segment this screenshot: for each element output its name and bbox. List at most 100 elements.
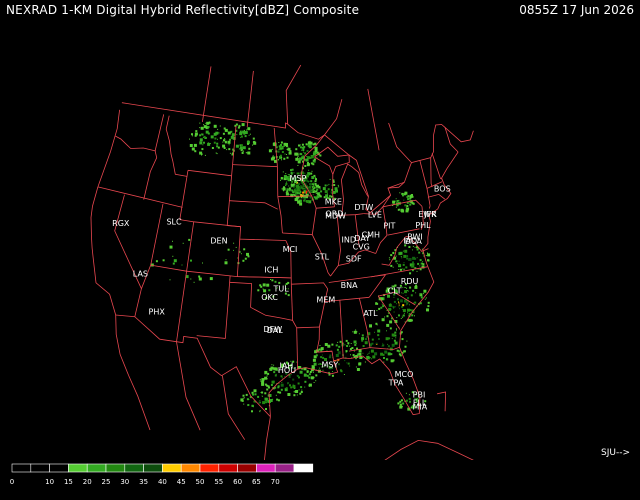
legend-swatch	[49, 463, 69, 473]
radar-pixel	[242, 146, 246, 150]
radar-pixel	[406, 257, 409, 260]
radar-pixel	[399, 405, 403, 409]
radar-pixel	[354, 356, 356, 357]
radar-pixel	[172, 262, 175, 265]
radar-pixel	[425, 297, 427, 299]
boundary-WI-MI	[314, 156, 334, 175]
city-label-msy: MSY	[321, 361, 338, 370]
legend-swatch	[199, 463, 220, 473]
radar-pixel	[394, 331, 397, 334]
radar-pixel	[391, 338, 393, 340]
radar-pixel	[302, 151, 304, 153]
radar-pixel	[276, 398, 279, 401]
radar-pixel	[358, 349, 362, 353]
radar-pixel	[286, 181, 287, 183]
radar-pixel	[396, 349, 399, 352]
city-label-rdu: RDU	[401, 277, 419, 286]
boundary-NY-CT	[429, 205, 431, 209]
radar-pixel	[298, 154, 300, 156]
radar-pixel	[271, 279, 274, 282]
radar-pixel	[336, 348, 339, 351]
radar-pixel	[284, 375, 286, 377]
legend-tick-label: 20	[83, 478, 92, 486]
radar-pixel	[319, 367, 320, 369]
radar-pixel	[409, 304, 410, 306]
radar-pixel	[191, 147, 195, 151]
radar-pixel	[393, 311, 395, 313]
radar-pixel	[295, 187, 298, 190]
radar-pixel	[278, 383, 280, 385]
radar-pixel	[259, 400, 261, 402]
boundary-canada-hudson	[285, 64, 302, 125]
radar-pixel	[369, 324, 372, 328]
radar-pixel	[260, 401, 261, 403]
radar-pixel	[328, 183, 330, 185]
radar-pixel	[189, 138, 190, 140]
radar-pixel	[398, 269, 400, 270]
radar-pixel	[298, 189, 301, 192]
radar-pixel	[222, 144, 226, 148]
radar-pixel	[217, 138, 218, 140]
radar-pixel	[199, 127, 201, 129]
radar-pixel	[200, 133, 202, 135]
radar-pixel	[318, 186, 321, 188]
radar-pixel	[400, 256, 402, 257]
legend-swatch	[180, 463, 201, 473]
radar-pixel	[399, 403, 402, 406]
radar-pixel	[396, 317, 398, 319]
legend-tick-label: 30	[120, 478, 129, 486]
city-label-ich: ICH	[264, 265, 278, 274]
radar-pixel	[414, 257, 417, 260]
radar-pixel	[288, 187, 291, 190]
radar-pixel	[314, 176, 316, 178]
radar-pixel	[354, 344, 357, 346]
radar-pixel	[285, 143, 288, 146]
radar-pixel	[350, 343, 352, 344]
radar-pixel	[417, 262, 420, 265]
boundary-NE-KS	[239, 238, 286, 241]
radar-pixel	[242, 259, 245, 262]
radar-pixel	[375, 322, 378, 325]
radar-pixel	[369, 351, 371, 353]
radar-pixel	[195, 130, 198, 133]
radar-pixel	[346, 352, 347, 354]
radar-pixel	[306, 150, 309, 152]
radar-pixel	[243, 150, 244, 152]
radar-pixel	[309, 186, 311, 188]
radar-pixel	[427, 253, 431, 257]
radar-pixel	[219, 125, 221, 127]
radar-pixel	[238, 148, 240, 150]
radar-pixel	[402, 309, 406, 313]
radar-pixel	[298, 186, 300, 188]
radar-pixel	[410, 319, 413, 322]
radar-pixel	[285, 192, 289, 196]
boundary-bahamas	[437, 391, 447, 412]
sju-nav-link[interactable]: SJU-->	[601, 448, 630, 458]
city-label-mem: MEM	[316, 296, 335, 305]
radar-pixel	[283, 157, 286, 160]
radar-pixel	[395, 206, 397, 208]
radar-pixel	[388, 307, 392, 311]
radar-pixel	[345, 339, 348, 342]
radar-pixel	[362, 357, 364, 358]
radar-pixel	[235, 246, 237, 248]
radar-pixel	[280, 177, 283, 179]
legend-tick-labels: 0 10 15 20 25 30 35 40 45 50 55 60 65 70	[10, 478, 280, 486]
radar-pixel	[405, 266, 408, 269]
radar-pixel	[412, 202, 415, 205]
radar-pixel	[316, 188, 319, 191]
radar-pixel	[215, 152, 217, 154]
radar-pixel	[207, 127, 209, 129]
radar-pixel	[315, 354, 318, 357]
radar-map[interactable]: BOSJFKEWRPHLBWIIADDCAPITCMHDAYCVGSDFINDD…	[0, 22, 640, 460]
radar-pixel	[259, 410, 261, 412]
radar-pixel	[396, 263, 398, 265]
radar-pixel	[398, 199, 400, 201]
radar-pixel	[280, 145, 283, 148]
radar-pixel	[402, 250, 404, 252]
radar-pixel	[402, 317, 404, 318]
legend-tick-label: 35	[139, 478, 148, 486]
radar-pixel	[216, 142, 219, 145]
boundary-ontario-inner	[324, 99, 343, 136]
radar-pixel	[409, 196, 412, 199]
